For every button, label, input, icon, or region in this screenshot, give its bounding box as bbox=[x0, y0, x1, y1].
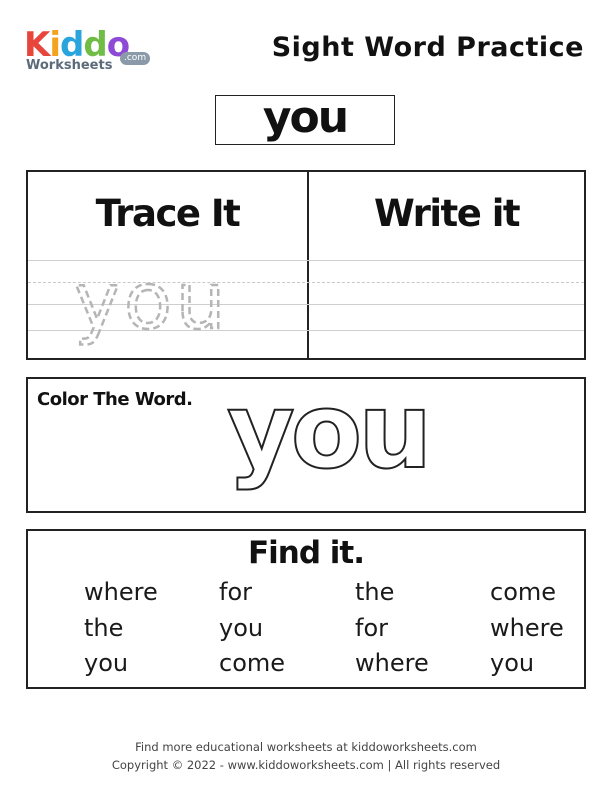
logo-letter: i bbox=[49, 25, 61, 65]
logo-letter: d bbox=[83, 25, 107, 65]
find-word: the bbox=[84, 614, 124, 642]
trace-write-panel: Trace It Write it you bbox=[26, 170, 586, 360]
logo-letter: d bbox=[60, 25, 84, 65]
find-word: you bbox=[219, 614, 264, 642]
find-word: where bbox=[490, 614, 564, 642]
page-title: Sight Word Practice bbox=[271, 32, 584, 63]
outline-word: you bbox=[227, 385, 428, 492]
logo-com-badge: .com bbox=[120, 52, 151, 65]
find-word: for bbox=[355, 614, 388, 642]
find-word: where bbox=[355, 649, 429, 677]
trace-heading: Trace It bbox=[95, 192, 241, 235]
find-word: come bbox=[219, 649, 286, 677]
find-word: the bbox=[355, 578, 395, 606]
target-word-box: you bbox=[215, 95, 395, 145]
find-word: where bbox=[84, 578, 158, 606]
color-word-panel: Color The Word. you bbox=[26, 377, 586, 513]
find-word: for bbox=[219, 578, 252, 606]
trace-word-svg: you bbox=[73, 264, 229, 348]
find-word: you bbox=[490, 649, 535, 677]
outline-word-svg: you bbox=[226, 385, 433, 493]
find-it-title: Find it. bbox=[247, 535, 365, 571]
logo-subtitle: Worksheets bbox=[26, 58, 113, 73]
guide-line-top bbox=[28, 260, 584, 261]
find-word: come bbox=[490, 578, 557, 606]
color-word-label: Color The Word. bbox=[37, 389, 193, 410]
write-heading: Write it bbox=[373, 192, 521, 235]
find-word: you bbox=[84, 649, 129, 677]
trace-word: you bbox=[74, 264, 229, 347]
logo-letter: K bbox=[24, 25, 50, 65]
target-word: you bbox=[262, 92, 349, 143]
kiddo-logo: Kiddo Worksheets .com bbox=[24, 28, 154, 78]
footer-promo: Find more educational worksheets at kidd… bbox=[135, 740, 477, 754]
footer-copyright: Copyright © 2022 - www.kiddoworksheets.c… bbox=[111, 758, 501, 772]
find-it-panel: Find it. where for the come the you for … bbox=[26, 529, 586, 689]
